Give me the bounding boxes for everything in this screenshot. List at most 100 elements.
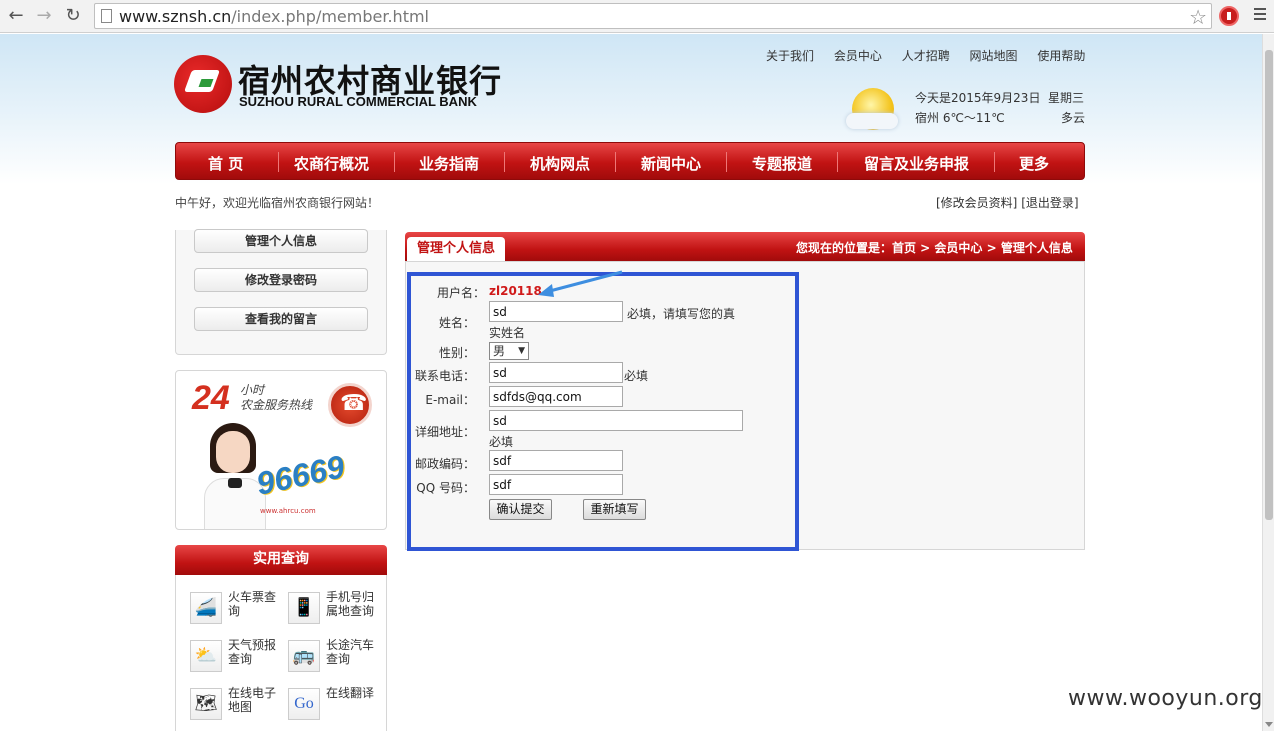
username-value: zl20118 [489,284,542,298]
submit-button[interactable]: 确认提交 [489,499,552,520]
gender-select[interactable]: 男 [489,342,529,360]
main-panel-title: 管理个人信息 [407,237,505,263]
query-section-title: 实用查询 [175,545,387,575]
query-item-label: 天气预报查询 [228,638,277,666]
bank-name-en: SUZHOU RURAL COMMERCIAL BANK [239,94,477,109]
map-icon: 🗺 [190,688,222,720]
name-note-continued: 实姓名 [489,326,526,340]
gender-label: 性别： [438,346,475,360]
address-label: 详细地址： [414,425,475,439]
ad-caption: 小时 农金服务热线 [240,383,312,413]
ad-url: www.ahrcu.com [260,507,316,515]
weather-date: 今天是2015年9月23日 [915,91,1041,105]
top-link-help[interactable]: 使用帮助 [1037,49,1085,63]
nav-topics[interactable]: 专题报道 [752,153,812,174]
ad-hours: 24 [192,379,230,417]
menu-icon[interactable] [1254,8,1266,23]
bank-logo-icon[interactable] [174,55,232,113]
back-icon[interactable]: ← [6,6,26,26]
reload-icon[interactable]: ↻ [63,6,83,26]
email-label: E-mail： [425,393,475,407]
address-note: 必填 [489,435,514,449]
qq-input[interactable] [489,474,623,495]
address-bar[interactable]: www.sznsh.cn/index.php/member.html ☆ [94,3,1212,29]
ad-caption-line2: 农金服务热线 [240,398,313,412]
nav-separator [504,152,505,172]
top-link-jobs[interactable]: 人才招聘 [902,49,950,63]
top-links: 关于我们 会员中心 人才招聘 网站地图 使用帮助 [766,47,1085,64]
query-item-translate[interactable]: Go 在线翻译 [288,686,388,726]
query-item-bus[interactable]: 🚌 长途汽车查询 [288,638,388,678]
phone-input[interactable] [489,362,623,383]
zip-input[interactable] [489,450,623,471]
nav-more[interactable]: 更多 [1019,153,1049,174]
google-icon: Go [288,688,320,720]
url-text: www.sznsh.cn/index.php/member.html [119,7,429,26]
nav-separator [615,152,616,172]
edit-profile-link[interactable]: [修改会员资料] [936,196,1017,210]
mobile-icon: 📱 [288,592,320,624]
name-input[interactable] [489,301,623,322]
weather-weekday: 星期三 [1048,91,1085,105]
page-scrollbar[interactable] [1262,34,1274,731]
query-item-label: 在线翻译 [326,686,375,700]
member-links: [修改会员资料] [退出登录] [936,194,1079,211]
username-label: 用户名： [436,286,485,300]
phone-icon [328,383,372,427]
name-note: 必填，请填写您的真 [627,307,736,321]
page: 宿州农村商业银行 SUZHOU RURAL COMMERCIAL BANK 关于… [0,34,1262,731]
annotation-arrow-icon [538,270,623,297]
name-label: 姓名： [438,316,475,330]
top-link-about[interactable]: 关于我们 [766,49,814,63]
sidebar-change-password-button[interactable]: 修改登录密码 [194,268,368,292]
scroll-down-arrow-icon[interactable] [1265,722,1273,727]
weather-location-temp: 宿州 6℃～11℃ [915,111,1005,125]
welcome-text: 中午好，欢迎光临宿州农商银行网站！ [175,196,380,210]
nav-separator [726,152,727,172]
nav-separator [278,152,279,172]
scrollbar-thumb[interactable] [1265,50,1273,520]
query-item-label: 长途汽车查询 [326,638,375,666]
query-item-weather[interactable]: ⛅ 天气预报查询 [190,638,290,678]
sidebar-manage-info-button[interactable]: 管理个人信息 [194,229,368,253]
logout-link[interactable]: [退出登录] [1021,196,1078,210]
weather-icon: ⛅ [190,640,222,672]
query-item-train[interactable]: 🚄 火车票查询 [190,590,290,630]
hotline-ad-banner[interactable]: 24 小时 农金服务热线 96669 www.ahrcu.com [175,370,387,530]
zip-label: 邮政编码： [414,457,475,471]
nav-separator [394,152,395,172]
query-item-label: 手机号归属地查询 [326,590,375,618]
nav-home[interactable]: 首 页 [208,153,243,174]
page-icon [101,9,112,23]
forward-icon[interactable]: → [34,6,54,26]
browser-toolbar: ← → ↻ www.sznsh.cn/index.php/member.html… [0,0,1274,33]
top-link-member[interactable]: 会员中心 [834,49,882,63]
sidebar-my-messages-button[interactable]: 查看我的留言 [194,307,368,331]
ad-caption-line1: 小时 [240,383,265,397]
nav-messages[interactable]: 留言及业务申报 [864,153,969,174]
gender-selected: 男 [493,344,506,358]
member-sidebar: 管理个人信息 修改登录密码 查看我的留言 [175,229,387,355]
phone-note: 必填 [624,369,649,383]
query-item-map[interactable]: 🗺 在线电子地图 [190,686,290,726]
bookmark-star-icon[interactable]: ☆ [1189,5,1207,29]
query-item-mobile[interactable]: 📱 手机号归属地查询 [288,590,388,630]
nav-overview[interactable]: 农商行概况 [294,153,369,174]
qq-label: QQ 号码： [416,481,475,495]
nav-separator [994,152,995,172]
bus-icon: 🚌 [288,640,320,672]
nav-guide[interactable]: 业务指南 [419,153,479,174]
nav-news[interactable]: 新闻中心 [641,153,701,174]
cloud-icon [846,113,898,129]
email-input[interactable] [489,386,623,407]
extension-icon[interactable] [1219,6,1239,26]
weather-temp-row: 宿州 6℃～11℃ 多云 [915,109,1085,126]
weather-condition: 多云 [1061,111,1086,125]
query-item-label: 火车票查询 [228,590,277,618]
watermark: www.wooyun.org [1068,686,1263,711]
address-input[interactable] [489,410,743,431]
nav-branches[interactable]: 机构网点 [530,153,590,174]
weather-date-row: 今天是2015年9月23日 星期三 [915,89,1084,106]
top-link-sitemap[interactable]: 网站地图 [970,49,1018,63]
reset-button[interactable]: 重新填写 [583,499,646,520]
